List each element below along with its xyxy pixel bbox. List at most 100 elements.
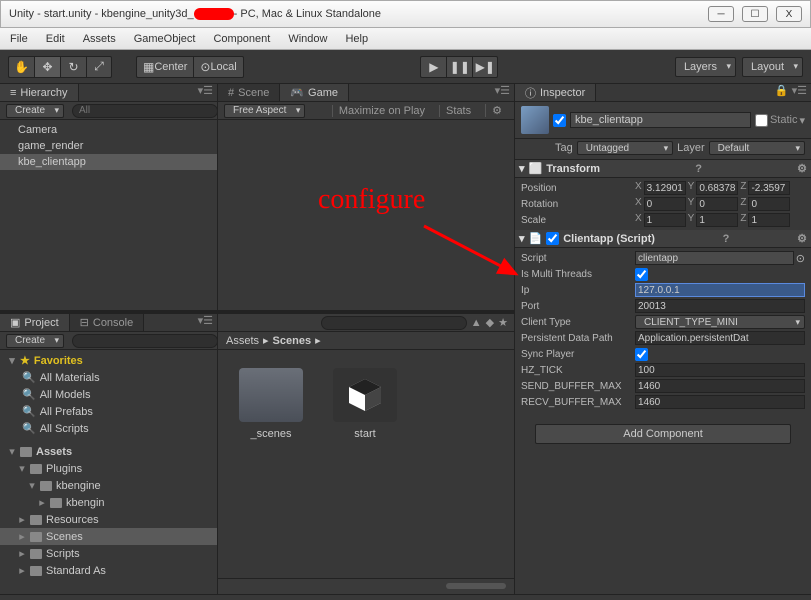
project-create[interactable]: Create [6,334,64,348]
tab-game[interactable]: 🎮 Game [280,84,349,101]
favorite-icon[interactable]: ★ [498,316,508,329]
gameobject-name-field[interactable] [570,112,751,128]
folder-kbengine[interactable]: ▾kbengine [0,477,217,494]
port-field[interactable] [635,299,805,313]
maximize-on-play[interactable]: Maximize on Play [332,105,431,117]
folder-scripts[interactable]: ▸Scripts [0,545,217,562]
scale-tool[interactable]: ⤢ [86,56,112,78]
play-button[interactable]: ▶ [420,56,446,78]
filter-icon[interactable]: ▲ [471,317,482,329]
sendbuf-field[interactable] [635,379,805,393]
pos-x[interactable] [644,181,686,195]
minimize-button[interactable]: ─ [708,6,734,22]
project-search-right[interactable] [321,316,467,330]
panel-menu-icon[interactable]: ▾☰ [194,84,217,101]
fav-all-scripts[interactable]: 🔍All Scripts [0,420,217,437]
favorites-header[interactable]: ▾★ Favorites [0,352,217,369]
gameobject-active-checkbox[interactable] [553,114,566,127]
hierarchy-item-gamerender[interactable]: game_render [0,138,217,154]
tag-dropdown[interactable]: Untagged [577,141,673,155]
panel-menu-icon[interactable]: ▾☰ [491,84,514,101]
rot-x[interactable] [644,197,686,211]
multithread-checkbox[interactable] [635,268,648,281]
grid-item-start[interactable]: start [330,368,400,440]
sendbuf-label: SEND_BUFFER_MAX [521,381,631,392]
fav-all-materials[interactable]: 🔍All Materials [0,369,217,386]
rot-z[interactable] [748,197,790,211]
hierarchy-create[interactable]: Create [6,104,64,118]
grid-item-scenes[interactable]: _scenes [236,368,306,440]
ip-field[interactable] [635,283,805,297]
project-search[interactable] [72,334,218,348]
help-icon[interactable]: ? [695,163,702,175]
pivot-center[interactable]: ▦ Center [136,56,193,78]
folder-kbengin2[interactable]: ▸kbengin [0,494,217,511]
aspect-dropdown[interactable]: Free Aspect [224,104,305,118]
close-button[interactable]: X [776,6,802,22]
folder-plugins[interactable]: ▾Plugins [0,460,217,477]
breadcrumb-assets[interactable]: Assets [226,335,259,347]
filter-icon2[interactable]: ◆ [486,316,494,329]
clientapp-enabled[interactable] [546,232,559,245]
pos-y[interactable] [696,181,738,195]
pdata-field[interactable] [635,331,805,345]
panel-menu-icon[interactable]: ▾☰ [194,314,217,331]
breadcrumb-scenes[interactable]: Scenes [273,335,312,347]
layer-dropdown[interactable]: Default [709,141,805,155]
window-title-suffix: - PC, Mac & Linux Standalone [234,8,381,20]
menu-edit[interactable]: Edit [46,33,65,45]
scale-z[interactable] [748,213,790,227]
step-button[interactable]: ▶❚ [472,56,498,78]
sync-checkbox[interactable] [635,348,648,361]
hierarchy-search[interactable] [72,104,218,118]
tab-scene[interactable]: # Scene [218,84,280,101]
pos-z[interactable] [748,181,790,195]
help-icon[interactable]: ? [723,233,730,245]
hand-tool[interactable]: ✋ [8,56,34,78]
hz-field[interactable] [635,363,805,377]
transform-header[interactable]: ▾⬜Transform?⚙ [515,160,811,178]
hierarchy-item-kbeclientapp[interactable]: kbe_clientapp [0,154,217,170]
recvbuf-field[interactable] [635,395,805,409]
stats-toggle[interactable]: Stats [439,105,477,117]
pivot-local[interactable]: ⊙ Local [193,56,243,78]
menu-component[interactable]: Component [213,33,270,45]
menu-file[interactable]: File [10,33,28,45]
tab-hierarchy[interactable]: ≡ Hierarchy [0,84,79,101]
folder-scenes[interactable]: ▸Scenes [0,528,217,545]
hierarchy-item-camera[interactable]: Camera [0,122,217,138]
fav-all-models[interactable]: 🔍All Models [0,386,217,403]
gear-icon[interactable]: ⚙ [797,232,807,245]
layout-dropdown[interactable]: Layout [742,57,803,77]
folder-standard[interactable]: ▸Standard As [0,562,217,579]
lock-icon[interactable]: 🔒 ▾☰ [771,84,811,101]
folder-resources[interactable]: ▸Resources [0,511,217,528]
layers-dropdown[interactable]: Layers [675,57,736,77]
scale-x[interactable] [644,213,686,227]
static-checkbox[interactable] [755,114,768,127]
fav-all-prefabs[interactable]: 🔍All Prefabs [0,403,217,420]
sync-label: Sync Player [521,349,631,360]
clientapp-header[interactable]: ▾📄Clientapp (Script)?⚙ [515,230,811,248]
add-component-button[interactable]: Add Component [535,424,791,444]
tab-project[interactable]: ▣ Project [0,314,70,331]
menu-assets[interactable]: Assets [83,33,116,45]
object-picker-icon[interactable]: ⊙ [796,252,805,265]
maximize-button[interactable]: ☐ [742,6,768,22]
pause-button[interactable]: ❚❚ [446,56,472,78]
menu-help[interactable]: Help [345,33,368,45]
scale-y[interactable] [696,213,738,227]
rotate-tool[interactable]: ↻ [60,56,86,78]
script-field[interactable] [635,251,794,265]
assets-root[interactable]: ▾Assets [0,443,217,460]
gizmos-toggle[interactable]: ⚙ [485,104,508,117]
menu-window[interactable]: Window [288,33,327,45]
rot-y[interactable] [696,197,738,211]
zoom-slider[interactable] [446,583,506,589]
tab-inspector[interactable]: ⓘ Inspector [515,84,596,101]
gear-icon[interactable]: ⚙ [797,162,807,175]
move-tool[interactable]: ✥ [34,56,60,78]
menu-gameobject[interactable]: GameObject [134,33,196,45]
tab-console[interactable]: ⊟ Console [70,314,145,331]
clienttype-dropdown[interactable]: CLIENT_TYPE_MINI [635,315,805,329]
